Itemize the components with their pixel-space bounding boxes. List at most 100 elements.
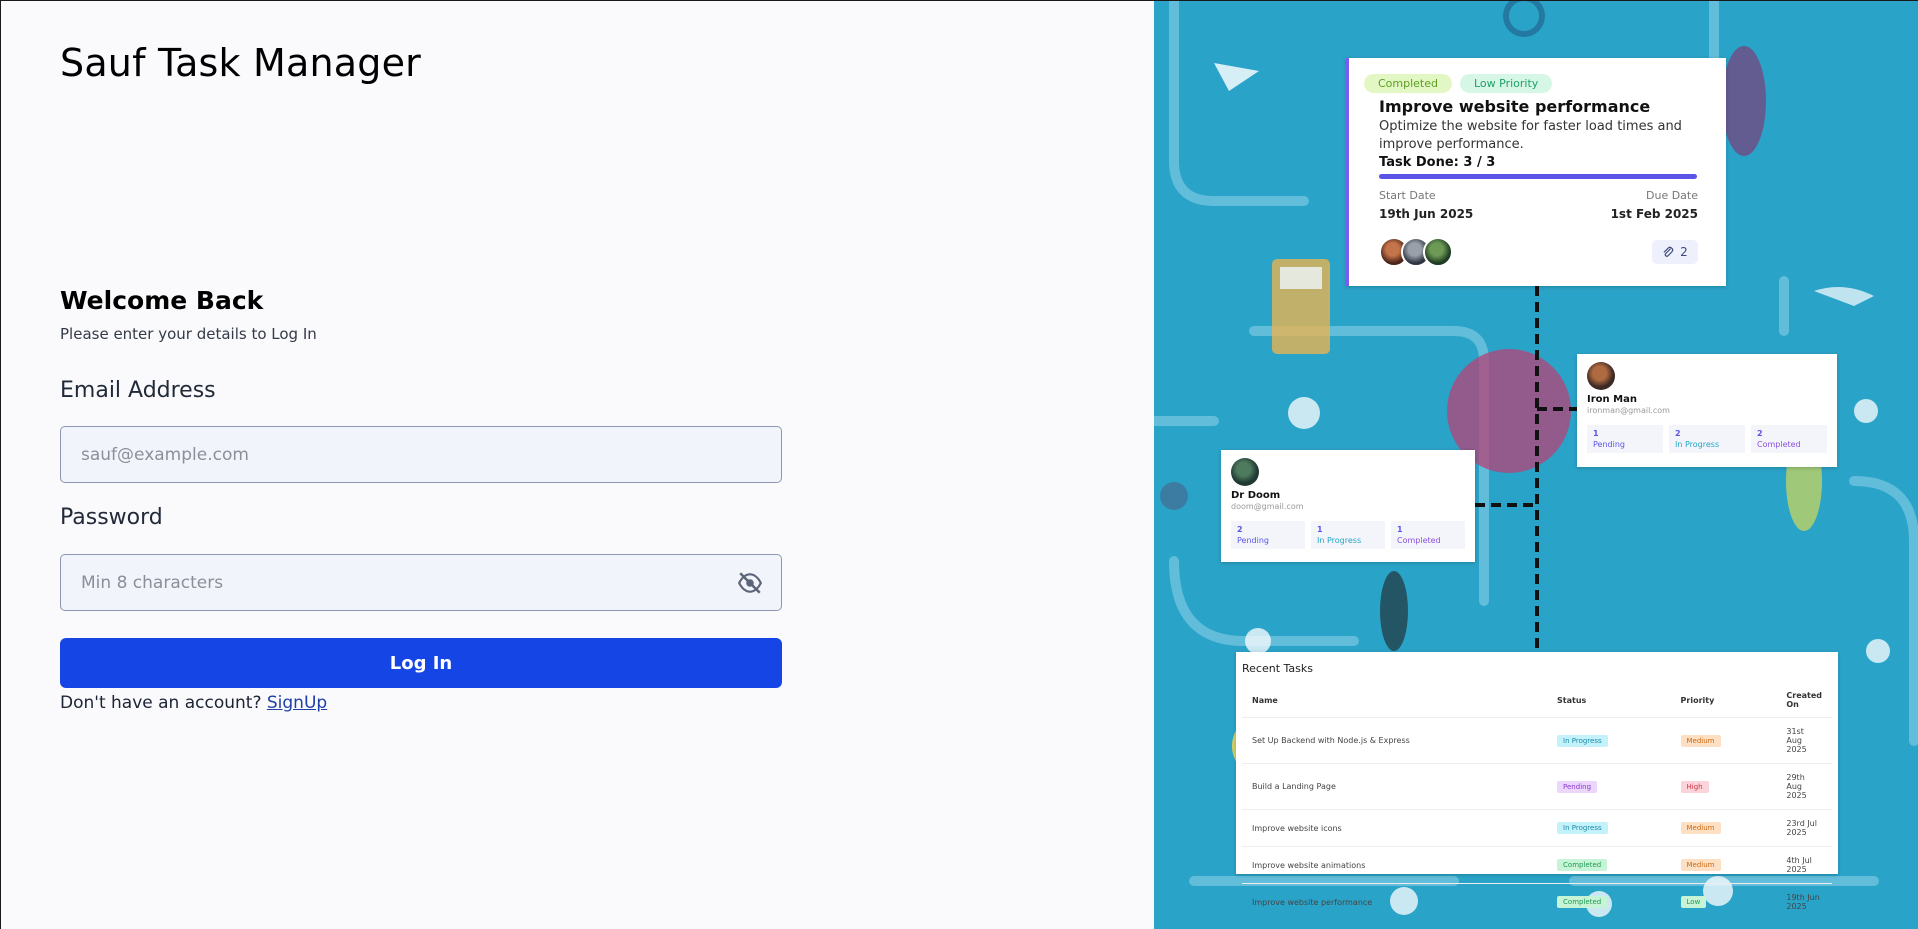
connector-line	[1537, 407, 1577, 411]
user-email: doom@gmail.com	[1231, 502, 1304, 511]
recent-tasks-table: Name Status Priority Created On Set Up B…	[1242, 683, 1832, 920]
table-row: Improve website animations Completed Mediu…	[1242, 846, 1832, 884]
task-progress-bar	[1379, 174, 1697, 179]
stat-in-progress: 2 In Progress	[1669, 425, 1745, 453]
user-card: Iron Man ironman@gmail.com 1 Pending 2 In …	[1577, 354, 1837, 467]
user-stats: 1 Pending 2 In Progress 2 Completed	[1587, 425, 1827, 453]
recent-tasks-title: Recent Tasks	[1242, 662, 1313, 675]
status-cell: Completed	[1547, 883, 1671, 920]
stat-label: In Progress	[1317, 536, 1362, 545]
priority-cell: Medium	[1670, 809, 1777, 847]
user-stats: 2 Pending 1 In Progress 1 Completed	[1231, 521, 1465, 549]
stat-pending: 2 Pending	[1231, 521, 1305, 549]
status-pill: Pending	[1557, 780, 1598, 793]
password-field[interactable]	[61, 555, 781, 610]
stat-label: Completed	[1757, 440, 1801, 449]
stat-count: 2	[1757, 429, 1763, 438]
signup-link[interactable]: SignUp	[267, 693, 327, 713]
recent-tasks-card: Recent Tasks Name Status Priority Create…	[1236, 652, 1838, 920]
priority-cell: Low	[1670, 883, 1777, 920]
task-card: Completed Low Priority Improve website p…	[1346, 58, 1726, 286]
user-name: Iron Man	[1587, 394, 1637, 405]
column-header: Name	[1252, 695, 1278, 705]
status-pill: Completed	[1557, 896, 1608, 908]
created-on: 31st Aug 2025	[1776, 717, 1832, 764]
stat-label: Pending	[1593, 440, 1625, 449]
created-on: 19th Jun 2025	[1776, 883, 1832, 920]
column-header: Priority	[1680, 695, 1715, 705]
status-pill: Completed	[1557, 859, 1608, 871]
email-field-wrapper	[60, 426, 782, 483]
illustration-panel: Completed Low Priority Improve website p…	[1154, 0, 1918, 929]
start-date-label: Start Date	[1379, 189, 1436, 202]
avatar	[1423, 237, 1453, 267]
priority-badge: Low Priority	[1460, 74, 1553, 93]
priority-pill: Medium	[1680, 734, 1721, 747]
connector-line	[1475, 503, 1537, 507]
attachments-count: 2	[1680, 245, 1688, 259]
stat-completed: 2 Completed	[1751, 425, 1827, 453]
paperclip-icon	[1663, 246, 1674, 257]
stat-in-progress: 1 In Progress	[1311, 521, 1385, 549]
due-date-value: 1st Feb 2025	[1610, 207, 1698, 221]
task-title: Improve website performance	[1379, 97, 1651, 116]
password-field-wrapper	[60, 554, 782, 611]
priority-pill: Medium	[1680, 859, 1721, 871]
created-on: 4th Jul 2025	[1776, 846, 1832, 884]
column-header: Status	[1557, 695, 1587, 705]
email-label: Email Address	[60, 378, 216, 403]
task-name: Set Up Backend with Node.js & Express	[1242, 717, 1548, 764]
priority-cell: Medium	[1670, 717, 1777, 764]
login-button[interactable]: Log In	[60, 638, 782, 688]
priority-pill: Low	[1680, 896, 1707, 908]
task-name: Improve website icons	[1242, 809, 1548, 847]
task-name: Build a Landing Page	[1242, 763, 1548, 810]
avatar	[1231, 458, 1259, 486]
stat-count: 2	[1675, 429, 1681, 438]
priority-cell: Medium	[1670, 846, 1777, 884]
signup-prompt: Don't have an account?	[60, 693, 267, 713]
assignee-avatars	[1379, 237, 1453, 267]
table-row: Improve website performance Completed Low 1…	[1242, 883, 1832, 920]
app-title: Sauf Task Manager	[60, 41, 422, 85]
status-cell: In Progress	[1547, 717, 1671, 764]
status-cell: Pending	[1547, 763, 1671, 810]
welcome-heading: Welcome Back	[60, 286, 264, 315]
task-name: Improve website animations	[1242, 846, 1548, 884]
created-on: 23rd Jul 2025	[1776, 809, 1832, 847]
table-row: Build a Landing Page Pending High 29th Aug …	[1242, 763, 1832, 810]
table-header-row: Name Status Priority Created On	[1242, 683, 1832, 718]
table-row: Improve website icons In Progress Medium 23…	[1242, 809, 1832, 847]
stat-label: In Progress	[1675, 440, 1720, 449]
avatar	[1587, 362, 1615, 390]
login-panel: Sauf Task Manager Welcome Back Please en…	[0, 0, 1154, 929]
status-pill: In Progress	[1557, 734, 1608, 747]
task-description: Optimize the website for faster load tim…	[1379, 119, 1682, 152]
attachments-badge: 2	[1652, 240, 1698, 264]
user-card: Dr Doom doom@gmail.com 2 Pending 1 In Prog…	[1221, 450, 1475, 562]
stat-count: 1	[1317, 525, 1323, 534]
task-progress-fill	[1379, 174, 1697, 179]
welcome-subheading: Please enter your details to Log In	[60, 325, 317, 343]
status-cell: Completed	[1547, 846, 1671, 884]
stat-completed: 1 Completed	[1391, 521, 1465, 549]
stat-count: 1	[1593, 429, 1599, 438]
stat-label: Pending	[1237, 536, 1269, 545]
stat-pending: 1 Pending	[1587, 425, 1663, 453]
status-pill: In Progress	[1557, 822, 1608, 834]
priority-pill: High	[1680, 780, 1709, 793]
user-email: ironman@gmail.com	[1587, 406, 1670, 415]
task-progress-label: Task Done: 3 / 3	[1379, 155, 1496, 170]
stat-label: Completed	[1397, 536, 1441, 545]
priority-pill: Medium	[1680, 822, 1721, 834]
status-cell: In Progress	[1547, 809, 1671, 847]
priority-cell: High	[1670, 763, 1777, 810]
user-name: Dr Doom	[1231, 490, 1281, 501]
stat-count: 1	[1397, 525, 1403, 534]
eye-off-icon[interactable]	[737, 572, 763, 594]
stat-count: 2	[1237, 525, 1243, 534]
task-badges: Completed Low Priority	[1364, 74, 1553, 93]
due-date-label: Due Date	[1646, 189, 1698, 202]
status-badge: Completed	[1364, 74, 1452, 93]
email-field[interactable]	[61, 427, 781, 482]
